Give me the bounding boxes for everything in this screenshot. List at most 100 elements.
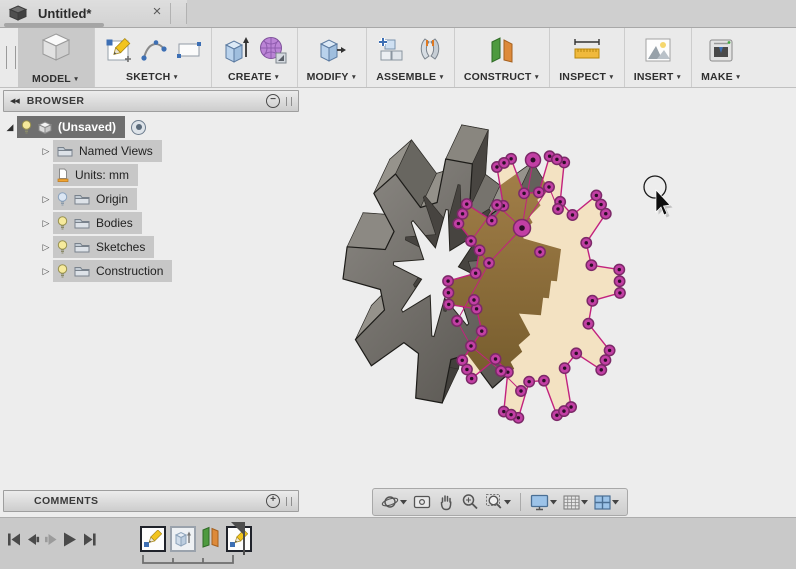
sidebar-item-named-views[interactable]: ▷ Named Views <box>39 140 299 162</box>
step-back-button[interactable] <box>28 534 40 545</box>
sketch-point[interactable] <box>523 375 536 388</box>
zoom-button[interactable] <box>461 493 479 511</box>
sketch-point[interactable] <box>465 235 477 247</box>
sketch-point[interactable] <box>537 374 550 387</box>
inspect-menu-label[interactable]: INSPECT <box>559 71 606 83</box>
sketch-point[interactable] <box>595 363 608 376</box>
root-document-label[interactable]: (Unsaved) <box>58 120 116 134</box>
sidebar-item-units[interactable]: Units: mm <box>39 164 299 186</box>
collapsed-triangle-icon[interactable]: ▷ <box>39 218 53 229</box>
sketch-point[interactable] <box>452 217 465 230</box>
expanded-triangle-icon[interactable]: ◢ <box>3 122 17 133</box>
sketch-point[interactable] <box>442 275 455 288</box>
lightbulb-on-icon[interactable] <box>57 264 68 278</box>
joint-tool-icon[interactable] <box>416 36 444 64</box>
sketch-point[interactable] <box>534 246 546 258</box>
sketch-point[interactable] <box>582 317 595 330</box>
sketch-point[interactable] <box>468 294 480 306</box>
construct-menu-label[interactable]: CONSTRUCT <box>464 71 532 83</box>
sketch-point[interactable] <box>570 347 583 360</box>
timeline-playhead[interactable] <box>230 522 248 556</box>
sketch-point[interactable] <box>451 315 463 327</box>
lightbulb-on-icon[interactable] <box>21 120 32 134</box>
make-menu-label[interactable]: MAKE <box>701 71 733 83</box>
sketch-point[interactable] <box>558 362 571 375</box>
tree-item-label[interactable]: Construction <box>96 264 163 278</box>
collapsed-triangle-icon[interactable]: ▷ <box>39 146 53 157</box>
viewports-button[interactable] <box>594 494 619 510</box>
sketch-point[interactable] <box>550 153 563 166</box>
tree-item-label[interactable]: Bodies <box>96 216 133 230</box>
sketch-point[interactable] <box>469 267 482 280</box>
activate-component-radio[interactable] <box>131 119 147 135</box>
sidebar-item-bodies[interactable]: ▷ Bodies <box>39 212 299 234</box>
sketch-point[interactable] <box>585 259 598 272</box>
sketch-point[interactable] <box>515 385 527 397</box>
3d-print-icon[interactable] <box>707 37 735 63</box>
form-tool-icon[interactable] <box>258 35 288 65</box>
sketch-point[interactable] <box>442 298 455 311</box>
toolbar-grip[interactable] <box>6 46 16 69</box>
lightbulb-off-icon[interactable] <box>57 192 68 206</box>
timeline-mirror-feature[interactable] <box>200 526 222 548</box>
sketch-point[interactable] <box>483 257 495 269</box>
comments-panel-header[interactable]: COMMENTS + <box>3 490 299 512</box>
rectangle-tool-icon[interactable] <box>176 40 202 60</box>
pan-button[interactable] <box>437 493 455 511</box>
look-at-button[interactable] <box>413 494 431 510</box>
sketch-point[interactable] <box>460 363 473 376</box>
tree-item-label[interactable]: Sketches <box>96 240 145 254</box>
panel-resize-grip[interactable] <box>286 496 292 506</box>
create-menu-label[interactable]: CREATE <box>228 71 272 83</box>
collapsed-triangle-icon[interactable]: ▷ <box>39 266 53 277</box>
insert-image-icon[interactable] <box>644 37 672 63</box>
sketch-point[interactable] <box>485 214 498 227</box>
sketch-point[interactable] <box>543 181 555 193</box>
sketch-point[interactable] <box>552 203 564 215</box>
document-tab-title[interactable]: Untitled* <box>38 6 91 21</box>
tab-scroll-indicator[interactable] <box>4 23 104 27</box>
sketch-point[interactable] <box>465 340 477 352</box>
sketch-point[interactable] <box>495 365 507 377</box>
timeline-extrude-feature[interactable] <box>170 526 196 552</box>
collapsed-triangle-icon[interactable]: ▷ <box>39 194 53 205</box>
play-button[interactable] <box>64 532 76 547</box>
browser-panel-header[interactable]: ◀◀ BROWSER − <box>3 90 299 112</box>
add-comment-button[interactable]: + <box>266 494 280 508</box>
press-pull-tool-icon[interactable] <box>317 36 347 64</box>
sketch-point[interactable] <box>442 286 455 299</box>
spline-tool-icon[interactable] <box>140 38 167 62</box>
browser-item-root[interactable]: ◢ (Unsaved) <box>3 116 299 138</box>
sketch-point[interactable] <box>512 218 532 238</box>
step-forward-button[interactable] <box>45 534 57 545</box>
sketch-point[interactable] <box>491 199 503 211</box>
insert-menu-label[interactable]: INSERT <box>634 71 674 83</box>
assemble-menu-label[interactable]: ASSEMBLE <box>376 71 436 83</box>
sidebar-item-origin[interactable]: ▷ Origin <box>39 188 299 210</box>
zoom-window-button[interactable] <box>485 493 511 511</box>
modify-menu-label[interactable]: MODIFY <box>307 71 349 83</box>
sketch-point[interactable] <box>456 207 469 220</box>
lightbulb-on-icon[interactable] <box>57 240 68 254</box>
lightbulb-on-icon[interactable] <box>57 216 68 230</box>
sketch-point[interactable] <box>532 186 545 199</box>
collapse-panel-icon[interactable]: ◀◀ <box>10 97 20 105</box>
sketch-point[interactable] <box>580 236 593 249</box>
tree-item-label[interactable]: Origin <box>96 192 128 206</box>
timeline-sketch-feature[interactable] <box>140 526 166 552</box>
tree-item-label[interactable]: Named Views <box>79 144 153 158</box>
extrude-tool-icon[interactable] <box>221 35 249 65</box>
hide-panel-button[interactable]: − <box>266 94 280 108</box>
construction-plane-icon[interactable] <box>488 35 516 65</box>
sketch-point[interactable] <box>498 156 510 169</box>
orbit-button[interactable] <box>381 493 407 511</box>
sketch-point[interactable] <box>586 294 599 307</box>
grid-settings-button[interactable] <box>563 495 588 510</box>
sketch-menu-label[interactable]: SKETCH <box>126 71 170 83</box>
sketch-point[interactable] <box>603 344 616 357</box>
sidebar-item-construction[interactable]: ▷ Construction <box>39 260 299 282</box>
sketch-point[interactable] <box>505 408 518 421</box>
go-to-end-button[interactable] <box>84 533 96 546</box>
tab-close-button[interactable]: × <box>148 3 166 20</box>
sketch-point[interactable] <box>475 325 488 338</box>
